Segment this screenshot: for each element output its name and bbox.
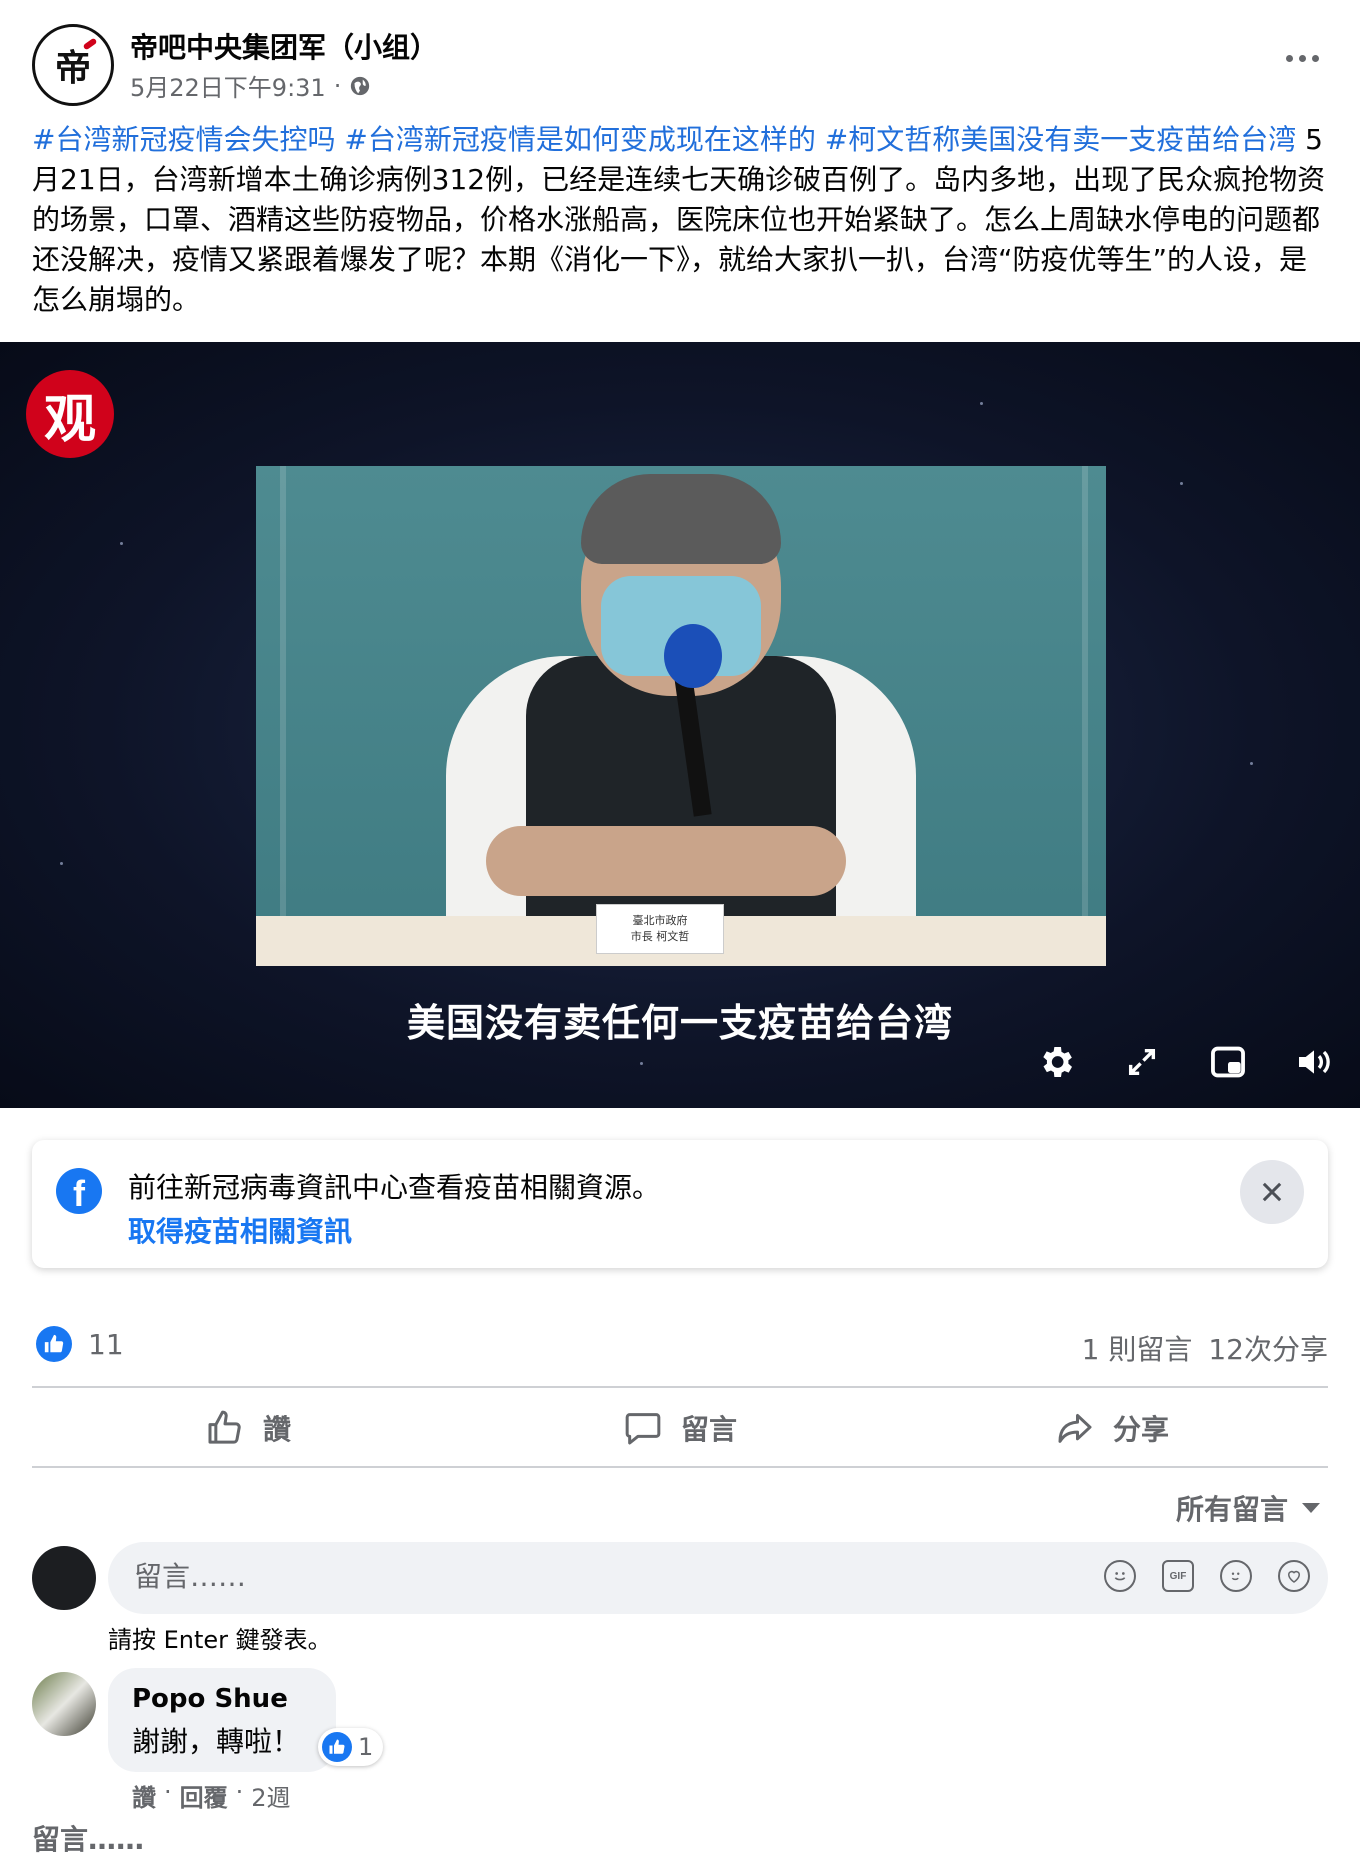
meta-separator: ·	[333, 71, 342, 100]
comment-label: 留言	[680, 1413, 737, 1446]
video-player[interactable]: 观 臺北市政府 市長 柯文哲 美国没有卖任何一支疫苗给台湾	[0, 342, 1360, 1108]
globe-icon	[351, 76, 370, 95]
comment-reply-button[interactable]: 回覆	[180, 1778, 228, 1813]
comment-like-count: 1	[358, 1733, 374, 1761]
commenter-name-link[interactable]: Popo Shue	[132, 1684, 288, 1714]
comment-icon	[625, 1413, 661, 1445]
comment-input[interactable]	[134, 1560, 934, 1593]
nameplate: 臺北市政府 市長 柯文哲	[596, 904, 724, 954]
microphone-head	[664, 624, 722, 688]
engagement-stats: 1 則留言 12次分享	[1082, 1328, 1328, 1368]
comment-filter-label: 所有留言	[1175, 1493, 1288, 1526]
enter-hint: 請按 Enter 鍵發表。	[108, 1626, 332, 1654]
share-button[interactable]: 分享	[896, 1390, 1328, 1466]
comment-actions: 讚 · 回覆 · 2週	[132, 1778, 291, 1813]
facebook-icon: f	[56, 1168, 102, 1214]
nameplate-line: 臺北市政府	[632, 914, 688, 927]
like-reaction-icon[interactable]	[36, 1326, 72, 1362]
post-timestamp[interactable]: 5月22日下午9:31	[130, 68, 326, 103]
share-count-link[interactable]: 12次分享	[1208, 1328, 1328, 1368]
video-controls	[1036, 1042, 1334, 1082]
video-frame: 臺北市政府 市長 柯文哲	[256, 466, 1106, 966]
channel-logo: 观	[26, 370, 114, 458]
like-button[interactable]: 讚	[32, 1390, 464, 1466]
more-options-icon[interactable]	[1280, 40, 1324, 76]
divider	[32, 1466, 1328, 1468]
volume-icon[interactable]	[1294, 1042, 1334, 1082]
like-reaction-icon	[322, 1732, 352, 1762]
miniplayer-icon[interactable]	[1208, 1042, 1248, 1082]
reaction-count[interactable]: 11	[88, 1328, 124, 1361]
gif-icon[interactable]: GIF	[1162, 1560, 1194, 1592]
comment-age[interactable]: 2週	[251, 1778, 290, 1813]
group-avatar[interactable]: 帝	[32, 24, 114, 106]
comment-like-button[interactable]: 讚	[132, 1778, 156, 1813]
post-meta: 5月22日下午9:31 ·	[130, 68, 371, 103]
speaker-hair	[581, 474, 781, 564]
share-label: 分享	[1112, 1413, 1169, 1446]
hashtag-link[interactable]: #柯文哲称美国没有卖一支疫苗给台湾	[825, 123, 1296, 156]
reactions-row: 11 1 則留言 12次分享	[32, 1320, 1328, 1370]
write-comment-prompt[interactable]: 留言……	[32, 1818, 144, 1858]
commenter-avatar[interactable]	[32, 1672, 96, 1736]
comment-button[interactable]: 留言	[464, 1390, 896, 1466]
comment-count-link[interactable]: 1 則留言	[1082, 1328, 1193, 1368]
close-icon[interactable]	[1240, 1160, 1304, 1224]
fullscreen-icon[interactable]	[1122, 1042, 1162, 1082]
info-card-text: 前往新冠病毒資訊中心查看疫苗相關資源。	[128, 1171, 661, 1204]
post-body: #台湾新冠疫情会失控吗 #台湾新冠疫情是如何变成现在这样的 #柯文哲称美国没有卖…	[32, 120, 1332, 320]
divider	[32, 1386, 1328, 1388]
covid-info-card: f 前往新冠病毒資訊中心查看疫苗相關資源。 取得疫苗相關資訊	[32, 1140, 1328, 1268]
action-bar: 讚 留言 分享	[32, 1390, 1328, 1466]
video-subtitle: 美国没有卖任何一支疫苗给台湾	[406, 1001, 953, 1045]
share-icon	[1058, 1414, 1092, 1443]
thumbs-up-icon	[208, 1410, 241, 1444]
action-separator: ·	[235, 1778, 244, 1806]
nameplate-line: 市長 柯文哲	[630, 930, 690, 943]
current-user-avatar[interactable]	[32, 1546, 96, 1610]
avatar-sticker-icon[interactable]	[1278, 1560, 1310, 1592]
hashtag-link[interactable]: #台湾新冠疫情会失控吗	[32, 123, 335, 156]
comment-reaction-count[interactable]: 1	[318, 1728, 384, 1766]
action-separator: ·	[164, 1778, 172, 1806]
comment-composer: GIF	[108, 1542, 1328, 1614]
comment-text: 謝謝，轉啦！	[132, 1725, 301, 1758]
group-name-link[interactable]: 帝吧中央集团军（小组）	[130, 26, 438, 66]
sticker-icon[interactable]	[1220, 1560, 1252, 1592]
speaker-arms	[486, 826, 846, 896]
comment-bubble: Popo Shue 謝謝，轉啦！	[108, 1668, 336, 1772]
composer-icons: GIF	[1104, 1560, 1310, 1592]
post-header: 帝 帝吧中央集团军（小组） 5月22日下午9:31 ·	[0, 0, 1360, 110]
settings-icon[interactable]	[1036, 1042, 1076, 1082]
emoji-icon[interactable]	[1104, 1560, 1136, 1592]
comment-filter-dropdown[interactable]: 所有留言	[1176, 1488, 1320, 1528]
caret-down-icon	[1302, 1503, 1320, 1513]
like-label: 讚	[262, 1413, 291, 1446]
hashtag-link[interactable]: #台湾新冠疫情是如何变成现在这样的	[344, 123, 815, 156]
vaccine-info-link[interactable]: 取得疫苗相關資訊	[128, 1210, 352, 1250]
